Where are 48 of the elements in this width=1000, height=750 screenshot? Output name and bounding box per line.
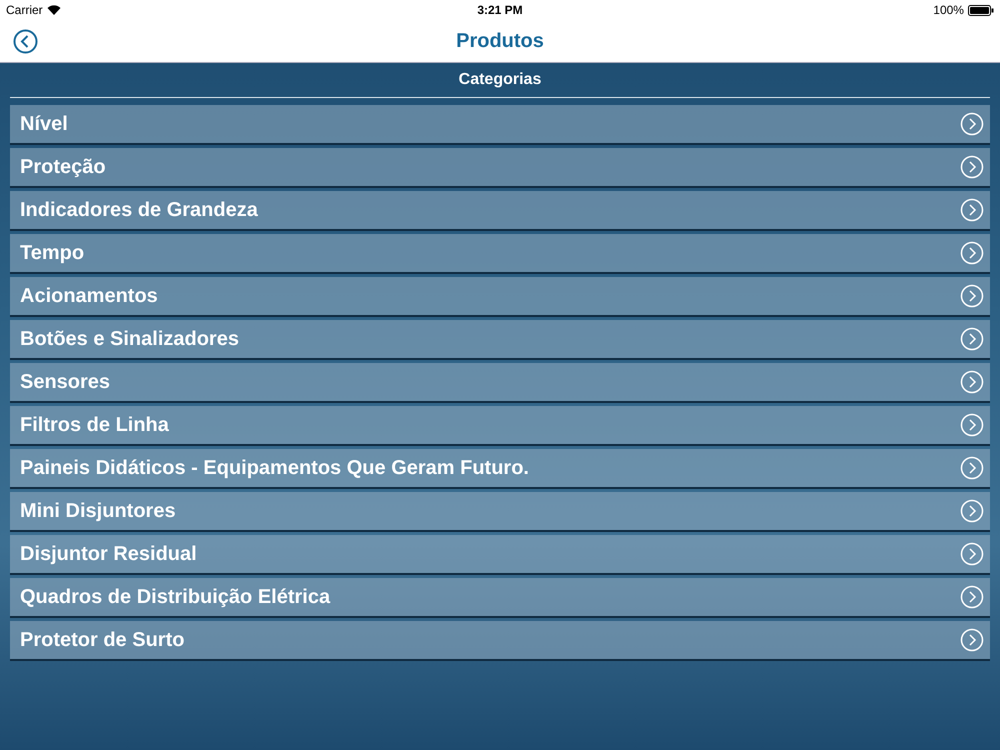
category-label: Quadros de Distribuição Elétrica [20, 585, 330, 610]
chevron-circle-icon [960, 628, 984, 652]
category-label: Proteção [20, 155, 106, 180]
category-row[interactable]: Disjuntor Residual [10, 535, 990, 575]
category-label: Sensores [20, 370, 110, 395]
category-label: Protetor de Surto [20, 628, 184, 653]
category-row[interactable]: Indicadores de Grandeza [10, 191, 990, 231]
chevron-circle-icon [960, 456, 984, 480]
category-label: Mini Disjuntores [20, 499, 176, 524]
category-label: Nível [20, 112, 68, 137]
category-row[interactable]: Nível [10, 105, 990, 145]
chevron-circle-icon [960, 327, 984, 351]
category-label: Indicadores de Grandeza [20, 198, 258, 223]
category-label: Acionamentos [20, 284, 158, 309]
chevron-circle-icon [960, 370, 984, 394]
nav-title: Produtos [456, 29, 544, 54]
category-label: Paineis Didáticos - Equipamentos Que Geram Futuro. [20, 456, 529, 481]
category-label: Tempo [20, 241, 84, 266]
category-row[interactable]: Proteção [10, 148, 990, 188]
chevron-circle-icon [960, 542, 984, 566]
category-row[interactable]: Paineis Didáticos - Equipamentos Que Geram Futuro. [10, 449, 990, 489]
chevron-circle-icon [960, 241, 984, 265]
category-label: Filtros de Linha [20, 413, 169, 438]
category-row[interactable]: Acionamentos [10, 277, 990, 317]
chevron-circle-icon [960, 585, 984, 609]
chevron-circle-icon [960, 155, 984, 179]
category-row[interactable]: Tempo [10, 234, 990, 274]
category-row[interactable]: Filtros de Linha [10, 406, 990, 446]
chevron-circle-icon [960, 198, 984, 222]
category-row[interactable]: Sensores [10, 363, 990, 403]
back-chevron-circle-icon [13, 29, 38, 54]
battery-icon [968, 4, 994, 16]
category-row[interactable]: Protetor de Surto [10, 621, 990, 661]
wifi-icon [46, 5, 61, 15]
category-label: Disjuntor Residual [20, 542, 197, 567]
section-title: Categorias [458, 70, 542, 90]
back-button[interactable] [13, 29, 38, 54]
chevron-circle-icon [960, 112, 984, 136]
battery-text: 100% [933, 2, 964, 19]
chevron-circle-icon [960, 413, 984, 437]
category-row[interactable]: Mini Disjuntores [10, 492, 990, 532]
category-row[interactable]: Quadros de Distribuição Elétrica [10, 578, 990, 618]
chevron-circle-icon [960, 499, 984, 523]
category-label: Botões e Sinalizadores [20, 327, 239, 352]
chevron-circle-icon [960, 284, 984, 308]
clock-text: 3:21 PM [477, 2, 523, 19]
category-row[interactable]: Botões e Sinalizadores [10, 320, 990, 360]
carrier-text: Carrier [6, 2, 43, 19]
